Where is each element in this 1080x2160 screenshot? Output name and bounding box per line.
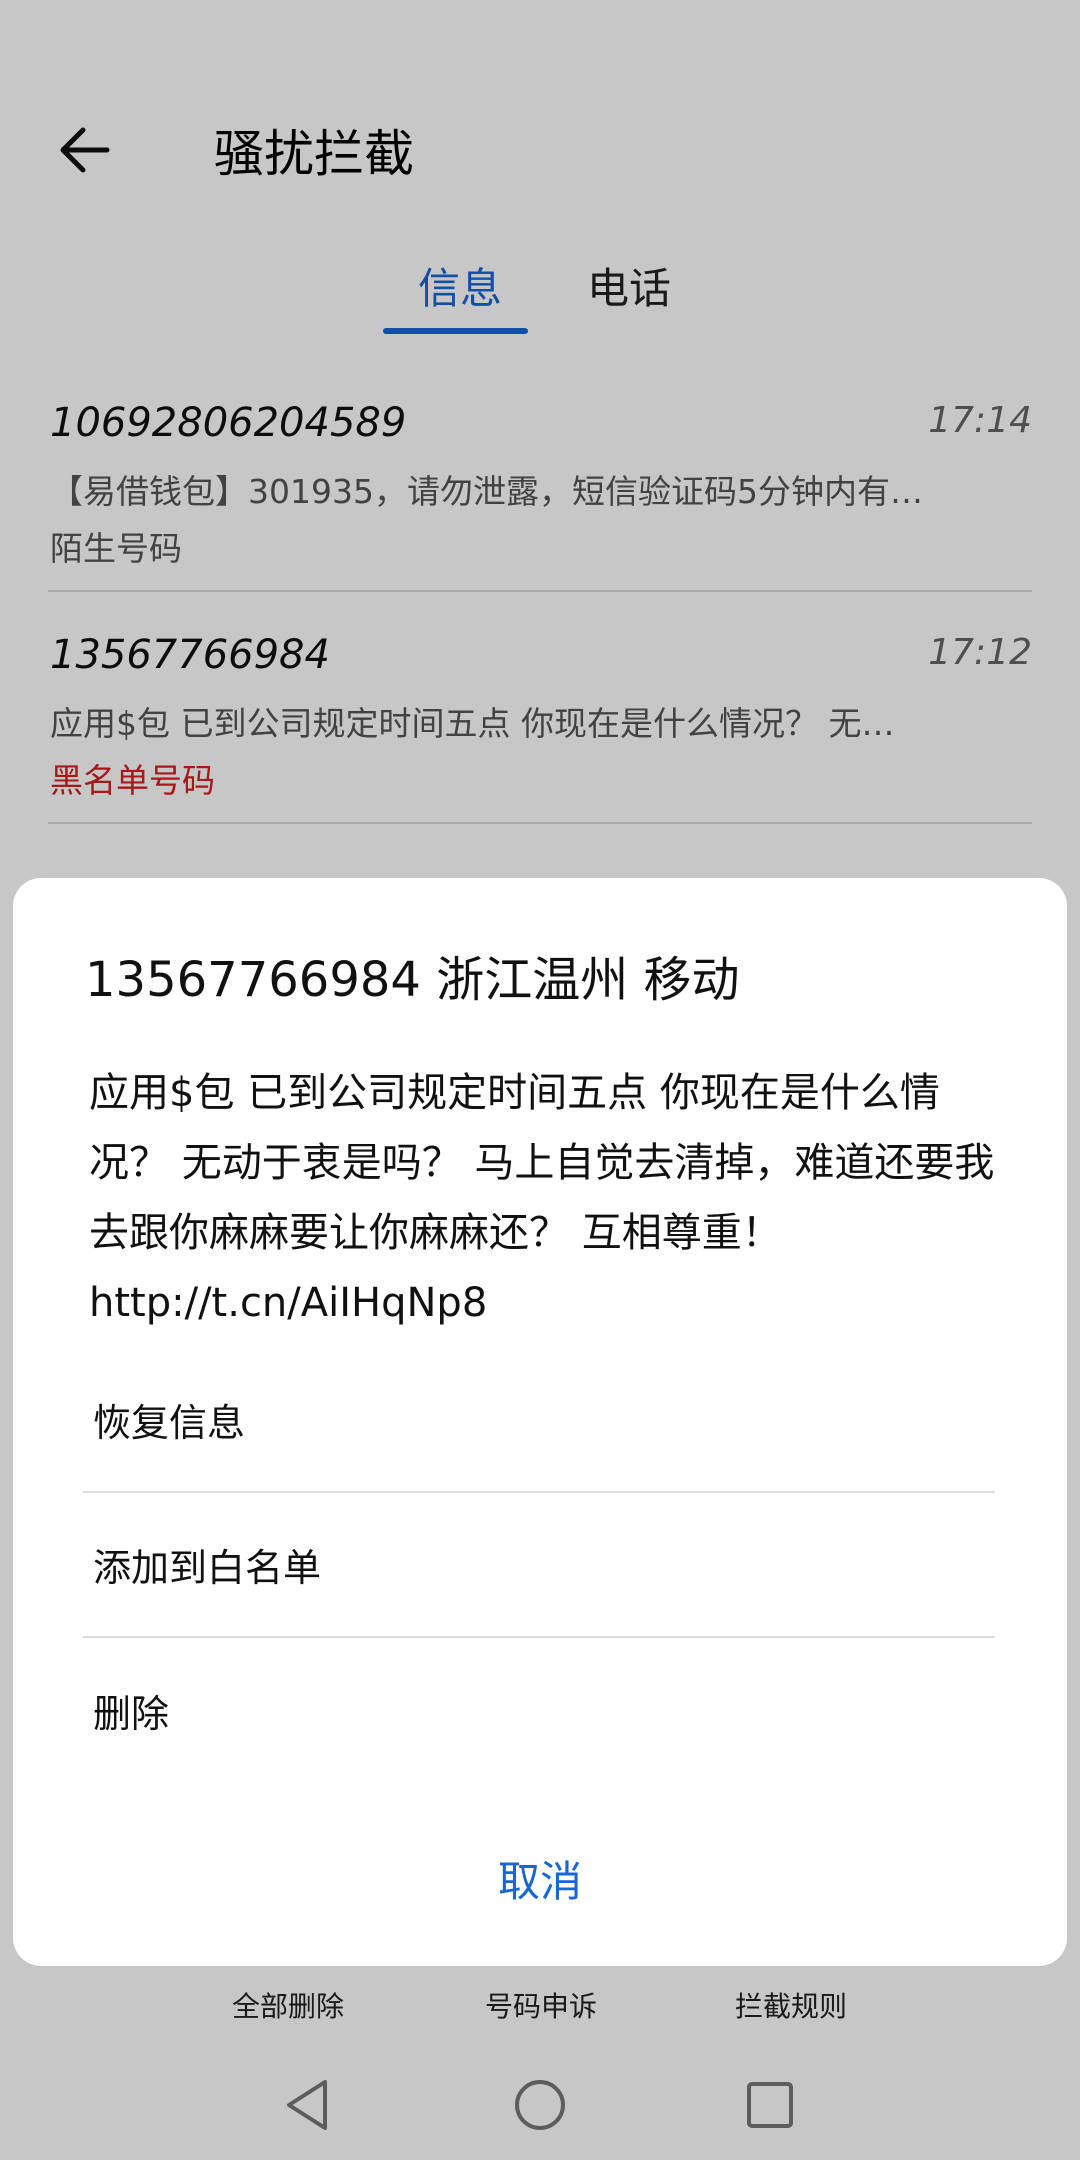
add-to-whitelist-button[interactable]: 添加到白名单 (83, 1493, 995, 1638)
dialog-action-list: 恢复信息 添加到白名单 删除 (83, 1348, 995, 1783)
message-body: 应用$包 已到公司规定时间五点 你现在是什么情况？ 无动于衷是吗？ 马上自觉去清… (89, 1070, 995, 1326)
dialog-title: 13567766984 浙江温州 移动 (85, 952, 740, 1008)
cancel-button[interactable]: 取消 (13, 1848, 1067, 1909)
delete-button[interactable]: 删除 (83, 1638, 995, 1783)
blocked-screen: 中国联通 4G 63.3B/s 14% 17:31 骚扰拦截 信息 电话 106 (0, 0, 1080, 2160)
restore-message-button[interactable]: 恢复信息 (83, 1348, 995, 1493)
message-options-dialog: 13567766984 浙江温州 移动 应用$包 已到公司规定时间五点 你现在是… (13, 878, 1067, 1966)
